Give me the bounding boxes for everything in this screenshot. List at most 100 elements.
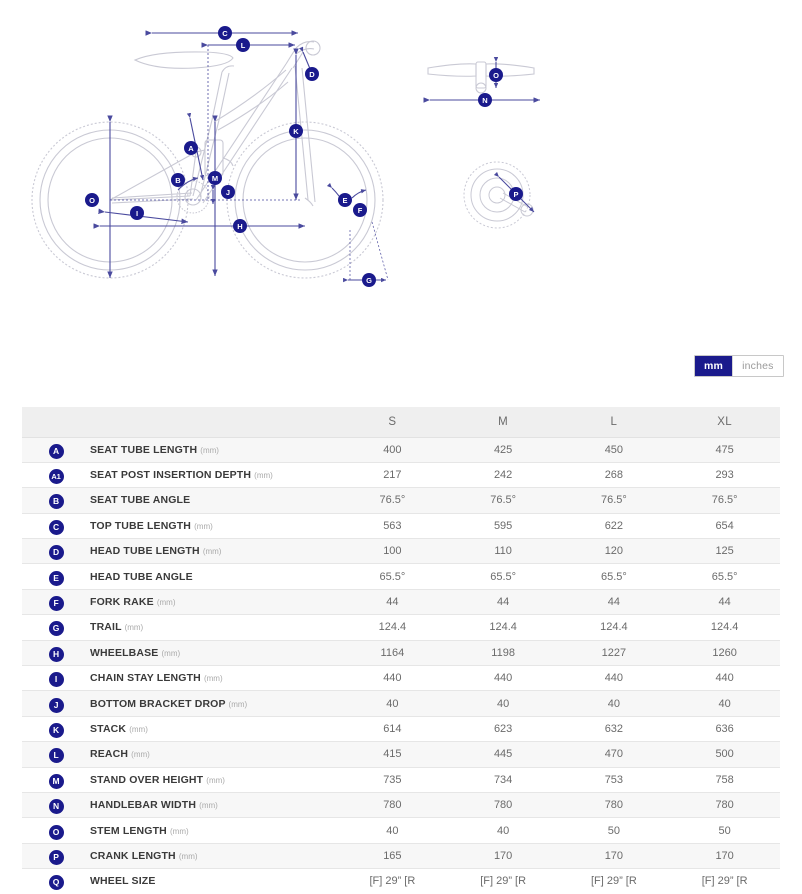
svg-text:M: M bbox=[212, 174, 218, 183]
row-label-text: HEAD TUBE LENGTH bbox=[90, 545, 200, 558]
row-value-cell: 40 bbox=[337, 690, 448, 717]
row-value-cell: 780 bbox=[558, 792, 670, 819]
table-row: B SEAT TUBE ANGLE 76.5° 76.5° 76.5° 76.5° bbox=[22, 487, 780, 514]
row-value-cell: 44 bbox=[337, 589, 448, 616]
row-label-text: FORK RAKE bbox=[90, 596, 154, 609]
row-value-cell: 400 bbox=[337, 437, 448, 463]
unit-toggle-mm[interactable]: mm bbox=[695, 356, 733, 376]
row-value-cell: 120 bbox=[558, 538, 670, 565]
marker-badge-k: K bbox=[48, 722, 64, 738]
row-label-cell: SEAT TUBE ANGLE bbox=[90, 487, 337, 514]
row-value-cell: 65.5° bbox=[447, 563, 559, 590]
table-row: M STAND OVER HEIGHT (mm) 735 734 753 758 bbox=[22, 767, 780, 793]
diagram-marker-I: I bbox=[130, 206, 144, 220]
table-row: K STACK (mm) 614 623 632 636 bbox=[22, 716, 780, 743]
row-value-cell: 440 bbox=[558, 665, 670, 692]
row-label-unit: (mm) bbox=[178, 851, 198, 861]
row-label-unit: (mm) bbox=[200, 445, 219, 455]
geometry-diagram-svg: C L D K A B M J O I H E F G O N P bbox=[31, 26, 540, 287]
row-label-unit: (mm) bbox=[169, 826, 189, 836]
row-value-cell: 44 bbox=[447, 589, 559, 616]
row-label-cell: TOP TUBE LENGTH (mm) bbox=[90, 513, 337, 540]
row-label-cell: WHEEL SIZE bbox=[90, 868, 337, 894]
diagram-marker-A: A bbox=[184, 141, 198, 155]
row-badge-cell: N bbox=[22, 792, 90, 819]
row-value-cell: 654 bbox=[669, 513, 780, 540]
table-row: A SEAT TUBE LENGTH (mm) 400 425 450 475 bbox=[22, 437, 780, 463]
row-value-cell: 780 bbox=[447, 792, 559, 819]
svg-text:H: H bbox=[237, 222, 242, 231]
row-value-cell: 780 bbox=[669, 792, 780, 819]
header-size-xl: XL bbox=[669, 407, 780, 438]
row-value-cell: 614 bbox=[337, 716, 448, 743]
row-badge-cell: A1 bbox=[22, 462, 90, 489]
row-badge-cell: O bbox=[22, 817, 90, 844]
row-label-text: STEM LENGTH bbox=[90, 824, 167, 837]
diagram-marker-E: E bbox=[338, 193, 352, 207]
svg-text:A: A bbox=[188, 144, 194, 153]
marker-badge-h: H bbox=[48, 646, 64, 662]
table-row: I CHAIN STAY LENGTH (mm) 440 440 440 440 bbox=[22, 665, 780, 692]
marker-badge-e: E bbox=[48, 570, 64, 586]
row-label-cell: SEAT TUBE LENGTH (mm) bbox=[90, 437, 337, 463]
diagram-marker-K: K bbox=[289, 124, 303, 138]
row-label-unit: (mm) bbox=[228, 699, 248, 709]
row-label-unit: (mm) bbox=[199, 801, 218, 811]
svg-text:J: J bbox=[226, 188, 230, 197]
marker-badge-a1: A1 bbox=[48, 469, 64, 485]
marker-badge-j: J bbox=[48, 697, 64, 713]
row-label-unit: (mm) bbox=[203, 674, 223, 684]
table-row: P CRANK LENGTH (mm) 165 170 170 170 bbox=[22, 843, 780, 870]
row-label-cell: CRANK LENGTH (mm) bbox=[90, 843, 337, 870]
row-value-cell: 40 bbox=[337, 817, 448, 844]
row-value-cell: 110 bbox=[447, 538, 559, 565]
row-value-cell: 65.5° bbox=[669, 563, 780, 590]
row-value-cell: 76.5° bbox=[669, 487, 780, 514]
row-value-cell: 293 bbox=[669, 462, 780, 489]
row-value-cell: 780 bbox=[337, 792, 448, 819]
row-label-cell: REACH (mm) bbox=[90, 741, 337, 768]
row-label-text: HEAD TUBE ANGLE bbox=[90, 570, 193, 583]
row-label-cell: STACK (mm) bbox=[90, 716, 337, 743]
header-badge-blank bbox=[22, 407, 90, 438]
diagram-marker-D: D bbox=[305, 67, 319, 81]
row-value-cell: 170 bbox=[558, 843, 670, 870]
row-label-text: WHEELBASE bbox=[90, 646, 159, 659]
row-badge-cell: F bbox=[22, 589, 90, 616]
row-value-cell: 40 bbox=[447, 817, 559, 844]
row-value-cell: 500 bbox=[669, 741, 780, 768]
row-value-cell: 623 bbox=[447, 716, 559, 743]
geometry-table-header: S M L XL bbox=[22, 407, 780, 438]
row-value-cell: 40 bbox=[447, 690, 559, 717]
table-row: C TOP TUBE LENGTH (mm) 563 595 622 654 bbox=[22, 513, 780, 540]
diagram-marker-J: J bbox=[221, 185, 235, 199]
marker-badge-i: I bbox=[48, 672, 64, 688]
row-value-cell: 440 bbox=[337, 665, 448, 692]
svg-text:E: E bbox=[342, 196, 347, 205]
marker-badge-o: O bbox=[48, 824, 64, 840]
unit-toggle[interactable]: mm inches bbox=[694, 355, 784, 377]
row-value-cell: [F] 29” [R bbox=[669, 868, 780, 894]
row-value-cell: 40 bbox=[669, 690, 780, 717]
row-label-text: REACH bbox=[90, 748, 129, 761]
row-value-cell: 595 bbox=[447, 513, 559, 540]
row-value-cell: 165 bbox=[337, 843, 448, 870]
row-value-cell: 65.5° bbox=[558, 563, 670, 590]
marker-badge-m: M bbox=[48, 773, 64, 789]
row-value-cell: 242 bbox=[447, 462, 559, 489]
table-row: Q WHEEL SIZE [F] 29” [R [F] 29” [R [F] 29” [… bbox=[22, 868, 780, 894]
row-badge-cell: G bbox=[22, 614, 90, 641]
row-badge-cell: Q bbox=[22, 868, 90, 894]
row-value-cell: 758 bbox=[669, 767, 780, 793]
row-label-cell: HEAD TUBE ANGLE bbox=[90, 563, 337, 590]
marker-badge-g: G bbox=[48, 621, 64, 637]
row-value-cell: 76.5° bbox=[558, 487, 670, 514]
header-size-m: M bbox=[447, 407, 559, 438]
marker-badge-l: L bbox=[48, 748, 64, 764]
unit-toggle-inches[interactable]: inches bbox=[733, 356, 783, 376]
row-label-cell: STAND OVER HEIGHT (mm) bbox=[90, 767, 337, 793]
row-value-cell: 475 bbox=[669, 437, 780, 463]
row-label-unit: (mm) bbox=[156, 598, 176, 608]
diagram-marker-M: M bbox=[208, 171, 222, 185]
row-label-cell: WHEELBASE (mm) bbox=[90, 640, 337, 667]
